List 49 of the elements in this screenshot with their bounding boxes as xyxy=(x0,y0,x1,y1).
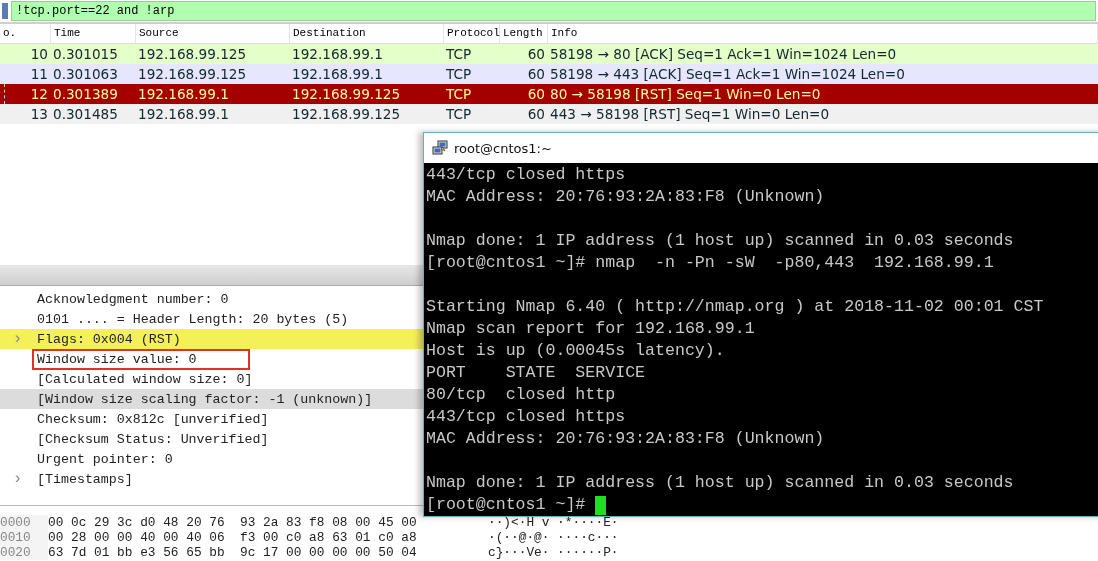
window-title: root@cntos1:~ xyxy=(454,140,552,156)
column-header[interactable]: Protocol xyxy=(444,24,500,43)
tree-item[interactable]: Checksum: 0x812c [unverified] xyxy=(0,409,423,429)
terminal-line: [root@cntos1 ~]# xyxy=(426,494,587,516)
packet-row[interactable]: 11 0.301063 192.168.99.125 192.168.99.1 TCP 60 58198 → 443 [ACK] Seq=1 Ack=1 Win=1024 Len=0 xyxy=(0,64,1098,84)
column-header[interactable]: Source xyxy=(136,24,290,43)
terminal-line: PORT STATE SERVICE xyxy=(426,362,646,384)
tree-item[interactable]: Window size value: 0 xyxy=(0,349,423,369)
hex-bytes: 63 7d 01 bb e3 56 65 bb 9c 17 00 00 00 00 50 04 xyxy=(48,545,418,560)
bookmark-icon[interactable] xyxy=(2,3,8,19)
column-header[interactable]: o. xyxy=(0,24,51,43)
column-header[interactable]: Time xyxy=(51,24,136,43)
hex-ascii: ·(··@·@· ····c··· xyxy=(488,530,619,545)
tree-item[interactable]: 0101 .... = Header Length: 20 bytes (5) xyxy=(0,309,423,329)
pane-splitter[interactable] xyxy=(0,265,423,286)
hex-bytes: 00 0c 29 3c d0 48 20 76 93 2a 83 f8 08 00 45 00 xyxy=(48,515,418,530)
terminal-line: [root@cntos1 ~]# nmap -n -Pn -sW -p80,443 192.168.99.1 xyxy=(426,252,994,274)
tree-item[interactable]: Acknowledgment number: 0 xyxy=(0,289,423,309)
column-header[interactable]: Length xyxy=(500,24,548,43)
hex-ascii: c}···Ve· ······P· xyxy=(488,545,619,560)
filter-field[interactable]: !tcp.port==22 and !arp xyxy=(11,1,1096,21)
hex-bytes: 00 28 00 00 40 00 40 06 f3 00 c0 a8 63 01 c0 a8 xyxy=(48,530,418,545)
tree-item[interactable]: [Calculated window size: 0] xyxy=(0,369,423,389)
terminal-line: Nmap done: 1 IP address (1 host up) scanned in 0.03 seconds xyxy=(426,472,1014,494)
terminal-line: Nmap done: 1 IP address (1 host up) scanned in 0.03 seconds xyxy=(426,230,1014,252)
terminal-line: 443/tcp closed https xyxy=(426,164,626,186)
expand-caret[interactable]: › xyxy=(12,470,23,488)
packet-row[interactable]: 12 0.301389 192.168.99.1 192.168.99.125 TCP 60 80 → 58198 [RST] Seq=1 Win=0 Len=0 xyxy=(0,84,1098,104)
tree-item[interactable]: [Checksum Status: Unverified] xyxy=(0,429,423,449)
tree-item[interactable]: › [Timestamps] xyxy=(0,469,423,489)
hex-offset: 0020 xyxy=(0,545,48,560)
hex-ascii: ··)<·H v ·*····E· xyxy=(488,515,619,530)
terminal-line: MAC Address: 20:76:93:2A:83:F8 (Unknown) xyxy=(426,186,825,208)
terminal-line: Nmap scan report for 192.168.99.1 xyxy=(426,318,755,340)
hex-offset: 0010 xyxy=(0,530,48,545)
tree-item[interactable]: [Window size scaling factor: -1 (unknown)] xyxy=(0,389,423,409)
terminal-line: 80/tcp closed http xyxy=(426,384,616,406)
column-header[interactable]: Destination xyxy=(290,24,444,43)
terminal-line: 443/tcp closed https xyxy=(426,406,626,428)
column-header[interactable]: Info xyxy=(548,24,1098,43)
hex-offset: 0000 xyxy=(0,515,48,530)
terminal-line: Starting Nmap 6.40 ( http://nmap.org ) at 2018-11-02 00:01 CST xyxy=(426,296,1044,318)
packet-row[interactable]: 13 0.301485 192.168.99.1 192.168.99.125 TCP 60 443 → 58198 [RST] Seq=1 Win=0 Len=0 xyxy=(0,104,1098,124)
terminal-line: Host is up (0.00045s latency). xyxy=(426,340,725,362)
computer-icon xyxy=(432,140,448,156)
tree-item[interactable]: › Flags: 0x004 (RST) xyxy=(0,329,423,349)
tree-item[interactable]: Urgent pointer: 0 xyxy=(0,449,423,469)
terminal-line: MAC Address: 20:76:93:2A:83:F8 (Unknown) xyxy=(426,428,825,450)
packet-row[interactable]: 10 0.301015 192.168.99.125 192.168.99.1 TCP 60 58198 → 80 [ACK] Seq=1 Ack=1 Win=1024 Len=0 xyxy=(0,44,1098,64)
